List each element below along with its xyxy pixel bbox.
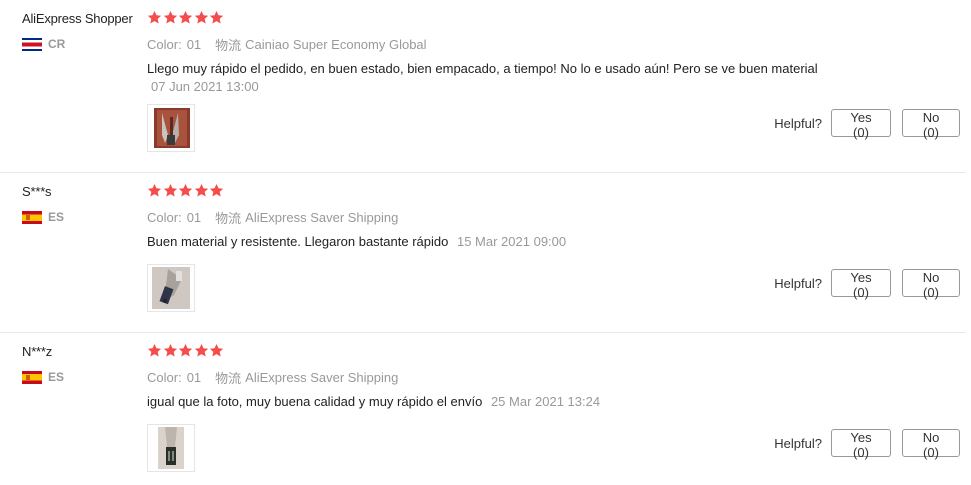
review-item: S***s ES Color: 01 物流 AliExpress Saver S… — [0, 173, 966, 333]
spain-flag-icon — [22, 370, 42, 384]
review-content: Llego muy rápido el pedido, en buen esta… — [147, 60, 927, 96]
review-date: 15 Mar 2021 09:00 — [456, 234, 567, 249]
star-rating — [147, 183, 225, 198]
helpful-yes-button[interactable]: Yes (0) — [831, 269, 891, 300]
review-date: 07 Jun 2021 13:00 — [151, 79, 259, 94]
helpful-label: Helpful? — [774, 435, 822, 451]
review-item: N***z ES Color: 01 物流 AliExpress Saver S… — [0, 333, 966, 485]
helpful-no-button[interactable]: No (0) — [902, 429, 960, 460]
star-rating — [147, 343, 225, 358]
review-text: Llego muy rápido el pedido, en buen esta… — [147, 61, 818, 76]
color-value: 01 — [186, 210, 202, 225]
color-value: 01 — [186, 370, 202, 385]
reviewer-name: AliExpress Shopper — [22, 11, 133, 26]
review-photo-thumbnail[interactable] — [147, 264, 195, 312]
costa-rica-flag-icon — [22, 37, 42, 51]
review-meta: Color: 01 物流 AliExpress Saver Shipping — [147, 368, 398, 387]
country-code: ES — [48, 210, 65, 224]
review-meta: Color: 01 物流 AliExpress Saver Shipping — [147, 208, 398, 227]
review-content: Buen material y resistente. Llegaron bas… — [147, 233, 927, 251]
helpful-label: Helpful? — [774, 115, 822, 131]
spain-flag-icon — [22, 210, 42, 224]
color-label: Color: — [147, 370, 182, 385]
helpful-yes-button[interactable]: Yes (0) — [831, 109, 891, 140]
color-value: 01 — [186, 37, 202, 52]
review-text: igual que la foto, muy buena calidad y m… — [147, 394, 483, 409]
star-icon — [178, 10, 193, 25]
star-icon — [147, 183, 162, 198]
review-item: AliExpress Shopper CR Color: 01 物流 Caini… — [0, 0, 966, 173]
star-icon — [163, 343, 178, 358]
shipping-method: AliExpress Saver Shipping — [245, 210, 399, 225]
star-icon — [194, 183, 209, 198]
star-icon — [194, 343, 209, 358]
review-photo-thumbnail[interactable] — [147, 104, 195, 152]
reviewer-country: ES — [22, 370, 64, 384]
shipping-method: AliExpress Saver Shipping — [245, 370, 399, 385]
review-meta: Color: 01 物流 Cainiao Super Economy Globa… — [147, 35, 427, 54]
review-text: Buen material y resistente. Llegaron bas… — [147, 234, 449, 249]
country-code: CR — [48, 37, 66, 51]
shipping-label: 物流 — [215, 211, 242, 226]
shipping-label: 物流 — [215, 38, 242, 53]
reviewer-country: CR — [22, 37, 65, 51]
shipping-label: 物流 — [215, 371, 242, 386]
star-icon — [163, 183, 178, 198]
review-photo-thumbnail[interactable] — [147, 424, 195, 472]
star-icon — [147, 343, 162, 358]
helpful-vote: Helpful? Yes (0) No (0) — [774, 109, 960, 140]
helpful-no-button[interactable]: No (0) — [902, 109, 960, 140]
country-code: ES — [48, 370, 65, 384]
star-rating — [147, 10, 225, 25]
star-icon — [147, 10, 162, 25]
helpful-vote: Helpful? Yes (0) No (0) — [774, 269, 960, 300]
reviewer-name: S***s — [22, 184, 52, 199]
helpful-vote: Helpful? Yes (0) No (0) — [774, 429, 960, 460]
star-icon — [209, 10, 224, 25]
star-icon — [209, 183, 224, 198]
star-icon — [194, 10, 209, 25]
star-icon — [163, 10, 178, 25]
helpful-yes-button[interactable]: Yes (0) — [831, 429, 891, 460]
reviewer-country: ES — [22, 210, 64, 224]
color-label: Color: — [147, 37, 182, 52]
reviewer-name: N***z — [22, 344, 53, 359]
star-icon — [209, 343, 224, 358]
review-date: 25 Mar 2021 13:24 — [490, 394, 601, 409]
review-content: igual que la foto, muy buena calidad y m… — [147, 393, 927, 411]
star-icon — [178, 343, 193, 358]
star-icon — [178, 183, 193, 198]
shipping-method: Cainiao Super Economy Global — [245, 37, 427, 52]
helpful-label: Helpful? — [774, 275, 822, 291]
color-label: Color: — [147, 210, 182, 225]
helpful-no-button[interactable]: No (0) — [902, 269, 960, 300]
